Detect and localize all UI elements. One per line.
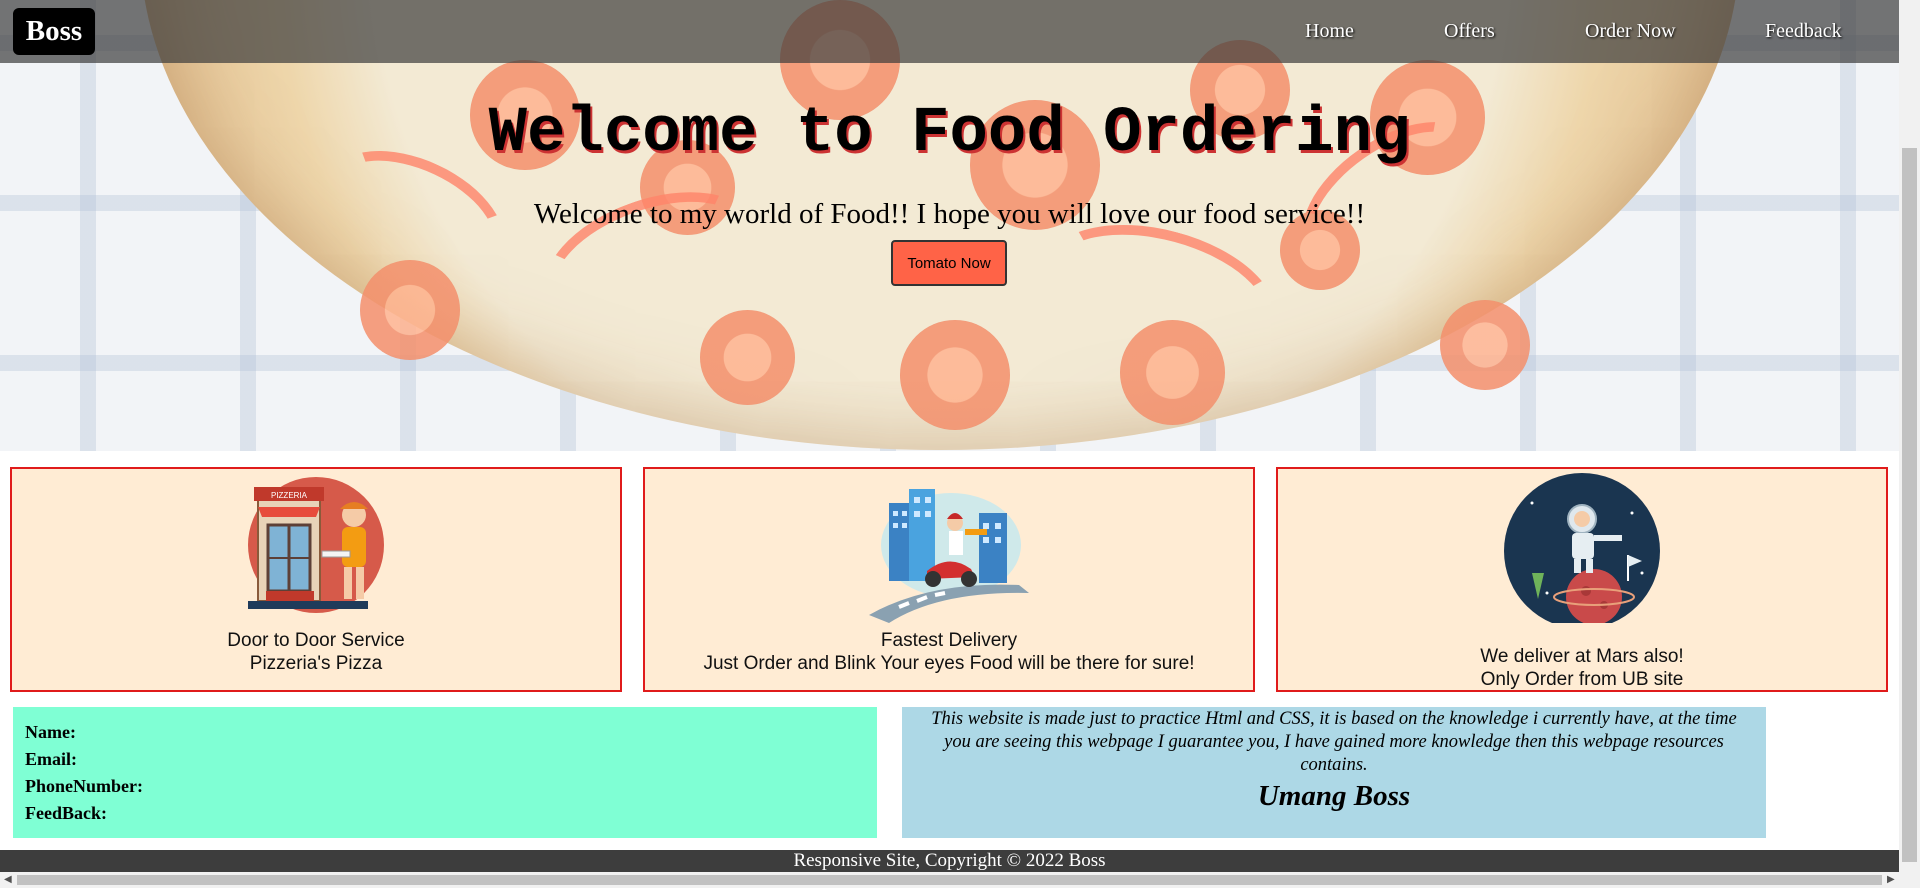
card-title: We deliver at Mars also! <box>1480 646 1684 667</box>
service-card-door-to-door: PIZZERIA Door to Door Service Pizzeria's… <box>10 467 622 692</box>
card-description: Only Order from UB site <box>1480 669 1684 690</box>
name-label: Name: <box>25 722 76 742</box>
email-label: Email: <box>25 749 77 769</box>
site-logo[interactable]: Boss <box>13 8 95 55</box>
hero-subtitle: Welcome to my world of Food!! I hope you… <box>533 198 1366 230</box>
vertical-scrollbar[interactable] <box>1899 0 1920 872</box>
scooter-delivery-icon <box>869 489 1029 623</box>
vertical-scroll-thumb[interactable] <box>1902 148 1917 862</box>
pizzeria-sign: PIZZERIA <box>271 491 308 500</box>
feedback-label: FeedBack: <box>25 803 107 823</box>
nav-link-home[interactable]: Home <box>1305 20 1354 43</box>
card-title: Fastest Delivery <box>880 630 1018 651</box>
card-description: Just Order and Blink Your eyes Food will… <box>703 653 1195 674</box>
navbar: Boss Home Offers Order Now Feedback <box>0 0 1899 63</box>
about-text: This website is made just to practice Ht… <box>931 709 1737 775</box>
scroll-right-arrow-icon[interactable]: ▶ <box>1887 874 1895 885</box>
astronaut-mars-icon <box>1504 473 1660 623</box>
author-name: Umang Boss <box>1257 780 1411 812</box>
horizontal-scroll-thumb[interactable] <box>17 875 1882 885</box>
feedback-form: Name: Email: PhoneNumber: FeedBack: <box>13 707 877 838</box>
card-description: Pizzeria's Pizza <box>249 653 383 674</box>
phone-number-label: PhoneNumber: <box>25 776 143 796</box>
scroll-left-arrow-icon[interactable]: ◀ <box>4 874 12 885</box>
about-panel: This website is made just to practice Ht… <box>902 707 1766 838</box>
hero-section: Boss Home Offers Order Now Feedback Welc… <box>0 0 1899 451</box>
hero-title: Welcome to Food Ordering <box>488 98 1411 170</box>
horizontal-scrollbar[interactable]: ◀ ▶ <box>0 872 1920 888</box>
service-card-mars-delivery: We deliver at Mars also! Only Order from… <box>1276 467 1888 692</box>
nav-link-order-now[interactable]: Order Now <box>1585 20 1676 43</box>
nav-link-offers[interactable]: Offers <box>1444 20 1495 43</box>
card-title: Door to Door Service <box>227 630 405 651</box>
pizzeria-shop-icon: PIZZERIA <box>248 477 384 613</box>
service-card-fast-delivery: Fastest Delivery Just Order and Blink Yo… <box>643 467 1255 692</box>
footer: Responsive Site, Copyright © 2022 Boss <box>0 850 1899 872</box>
tomato-now-button[interactable]: Tomato Now <box>891 240 1007 286</box>
nav-link-feedback[interactable]: Feedback <box>1765 20 1842 43</box>
